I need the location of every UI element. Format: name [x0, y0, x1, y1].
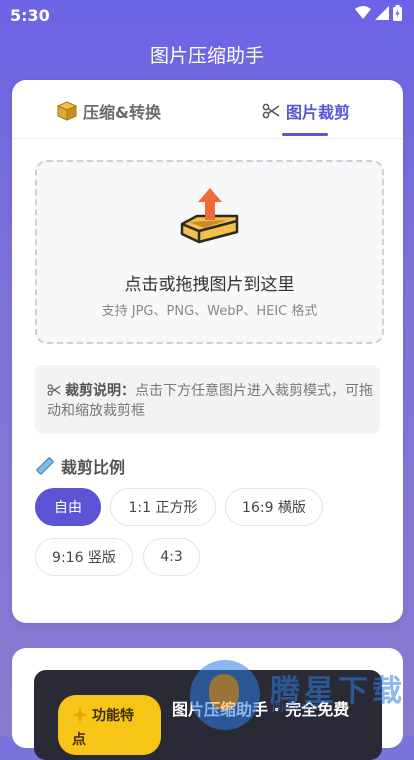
- watermark-subtext: jsjd.com: [272, 700, 318, 713]
- feature-badge-line2: 点: [72, 732, 86, 748]
- ratio-chip-label: 9:16 竖版: [52, 550, 116, 566]
- ratio-chip-4-3[interactable]: 4:3: [143, 538, 200, 576]
- crop-ratio-heading: 裁剪比例: [35, 454, 125, 478]
- tab-compress-label: 压缩&转换: [83, 103, 161, 122]
- box-icon: [57, 101, 77, 121]
- crop-card: 压缩&转换 图片裁剪 点击或拖拽图片到这里 支持 JPG、PNG、WebP、HE…: [12, 80, 403, 623]
- feature-badge: 功能特 点: [58, 695, 161, 755]
- ratio-chip-1-1[interactable]: 1:1 正方形: [110, 488, 216, 526]
- scissors-icon: [47, 384, 61, 396]
- battery-icon: [393, 5, 402, 21]
- ratio-chip-free[interactable]: 自由: [35, 488, 101, 526]
- crop-instructions-text: 裁剪说明：点击下方任意图片进入裁剪模式，可拖动和缩放裁剪框: [47, 381, 377, 421]
- status-icons: [355, 5, 402, 21]
- sparkle-icon: [72, 707, 88, 723]
- ratio-chip-label: 4:3: [160, 549, 183, 565]
- ratio-chip-label: 16:9 横版: [242, 500, 306, 516]
- crop-instructions: 裁剪说明：点击下方任意图片进入裁剪模式，可拖动和缩放裁剪框: [35, 365, 380, 434]
- signal-icon: [375, 6, 389, 20]
- ratio-chip-label: 自由: [54, 500, 82, 516]
- ratio-chip-9-16[interactable]: 9:16 竖版: [35, 538, 133, 576]
- tab-bar: 压缩&转换 图片裁剪: [12, 80, 403, 139]
- status-time: 5:30: [10, 6, 50, 25]
- upload-tray-icon: [180, 188, 239, 244]
- watermark-logo-icon: [190, 660, 260, 730]
- tab-crop-label: 图片裁剪: [286, 103, 351, 122]
- upload-prompt: 点击或拖拽图片到这里: [124, 275, 295, 295]
- upload-formats: 支持 JPG、PNG、WebP、HEIC 格式: [101, 304, 318, 319]
- wifi-icon: [355, 6, 371, 19]
- active-tab-indicator: [282, 133, 328, 136]
- ruler-icon: [36, 457, 54, 475]
- site-watermark: 腾星下载 jsjd.com: [190, 660, 414, 740]
- tab-crop[interactable]: 图片裁剪: [262, 96, 350, 126]
- app-title: 图片压缩助手: [149, 44, 264, 67]
- upload-dropzone[interactable]: 点击或拖拽图片到这里 支持 JPG、PNG、WebP、HEIC 格式: [35, 160, 384, 344]
- app-bar: 图片压缩助手: [0, 30, 414, 78]
- ratio-chip-16-9[interactable]: 16:9 横版: [225, 488, 323, 526]
- scissors-icon: [262, 103, 280, 119]
- crop-ratio-title: 裁剪比例: [61, 458, 126, 477]
- crop-instructions-label: 裁剪说明：: [65, 383, 135, 399]
- ratio-chip-label: 1:1 正方形: [128, 500, 198, 516]
- feature-badge-line1: 功能特: [92, 708, 134, 724]
- status-bar: 5:30: [0, 0, 414, 30]
- tab-compress-convert[interactable]: 压缩&转换: [57, 96, 161, 126]
